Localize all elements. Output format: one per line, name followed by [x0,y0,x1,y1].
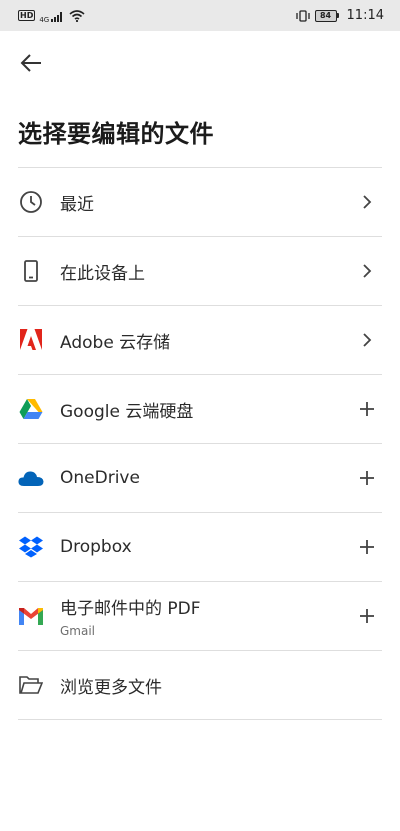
list-item-adobe-cloud[interactable]: Adobe 云存储 [18,306,382,375]
list-item-label: OneDrive [60,468,140,488]
vibrate-icon [295,9,310,22]
file-source-list: 最近 在此设备上 Adobe 云存储 Google 云端硬盘 OneDrive … [18,167,382,720]
list-item-label: 电子邮件中的 PDF [60,599,201,619]
list-item-recent[interactable]: 最近 [18,168,382,237]
battery-icon: 84 [314,9,339,22]
folder-icon [18,672,44,698]
plus-icon[interactable] [356,467,378,489]
chevron-right-icon [356,329,378,351]
list-item-browse-more[interactable]: 浏览更多文件 [18,651,382,720]
chevron-right-icon [356,191,378,213]
list-item-label: Adobe 云存储 [60,332,171,353]
list-item-sublabel: Gmail [60,624,96,638]
network-type: 4G [39,15,50,24]
phone-icon [18,258,44,284]
plus-icon[interactable] [356,398,378,420]
adobe-icon [18,327,44,353]
arrow-left-icon [20,54,41,72]
google-drive-icon [18,396,44,422]
page-title: 选择要编辑的文件 [18,120,214,148]
status-bar-right: 84 11:14 [295,8,384,23]
status-bar: HD 4G 84 11:14 [0,0,400,31]
list-item-on-device[interactable]: 在此设备上 [18,237,382,306]
wifi-icon [69,9,85,22]
dropbox-icon [18,534,44,560]
hd-badge: HD [18,10,36,21]
list-item-label: Google 云端硬盘 [60,401,194,422]
clock-time: 11:14 [346,8,384,23]
gmail-icon [18,603,44,629]
list-item-onedrive[interactable]: OneDrive [18,444,382,513]
chevron-right-icon [356,260,378,282]
clock-icon [18,189,44,215]
plus-icon[interactable] [356,605,378,627]
onedrive-icon [18,465,44,491]
list-item-dropbox[interactable]: Dropbox [18,513,382,582]
plus-icon[interactable] [356,536,378,558]
status-bar-left: HD 4G [18,8,85,24]
list-item-label: 在此设备上 [60,263,145,284]
list-item-label: 最近 [60,194,94,215]
list-item-google-drive[interactable]: Google 云端硬盘 [18,375,382,444]
back-button[interactable] [14,46,48,80]
list-item-label: Dropbox [60,537,132,557]
battery-level: 84 [314,9,337,22]
list-item-label: 浏览更多文件 [60,677,162,698]
list-item-pdf-from-email[interactable]: 电子邮件中的 PDF Gmail [18,582,382,651]
signal-icon [51,11,63,22]
